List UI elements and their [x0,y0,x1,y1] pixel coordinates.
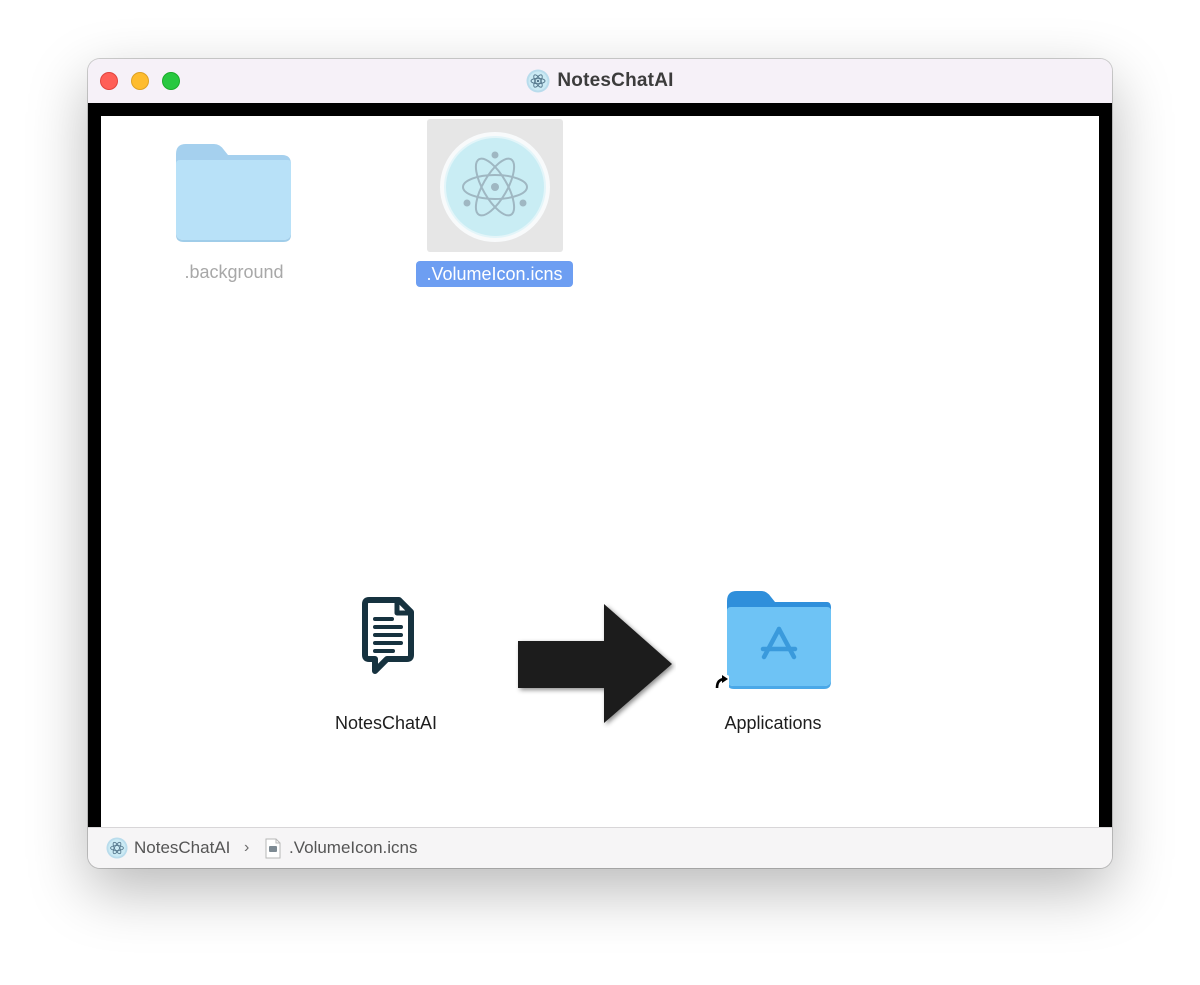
icon-view[interactable]: .background .VolumeIcon.icns NotesChatAI… [101,116,1099,827]
path-separator: › [244,839,250,856]
window-title-text: NotesChatAI [557,70,674,91]
volume-icon-file-label[interactable]: .VolumeIcon.icns [416,261,573,287]
path-bar: NotesChatAI › .VolumeIcon.icns [88,827,1112,868]
icns-file-icon [265,838,281,859]
title-bar[interactable]: NotesChatAI [88,59,1112,103]
background-folder-item[interactable] [174,142,294,242]
finder-window: NotesChatAI .background .VolumeIcon.icns… [88,59,1112,868]
folder-icon [176,144,291,242]
right-arrow-icon [518,604,672,723]
content-border: .background .VolumeIcon.icns NotesChatAI… [88,103,1112,827]
volume-icon-file-item[interactable] [427,119,563,252]
electron-atom-icon [106,837,128,859]
path-item-volume[interactable]: NotesChatAI [134,828,230,868]
background-folder-label[interactable]: .background [164,262,304,286]
applications-folder-item[interactable] [713,587,833,692]
path-item-file[interactable]: .VolumeIcon.icns [289,828,418,868]
notes-chat-app-item[interactable] [347,595,425,680]
notes-chat-app-label[interactable]: NotesChatAI [316,713,456,737]
applications-folder-alias-icon [713,591,831,691]
window-title: NotesChatAI [88,67,1112,95]
electron-atom-icon [526,69,550,93]
applications-folder-label[interactable]: Applications [703,713,843,737]
electron-atom-icon [440,132,550,242]
notes-chat-app-icon [362,597,414,674]
install-arrow [506,596,676,728]
